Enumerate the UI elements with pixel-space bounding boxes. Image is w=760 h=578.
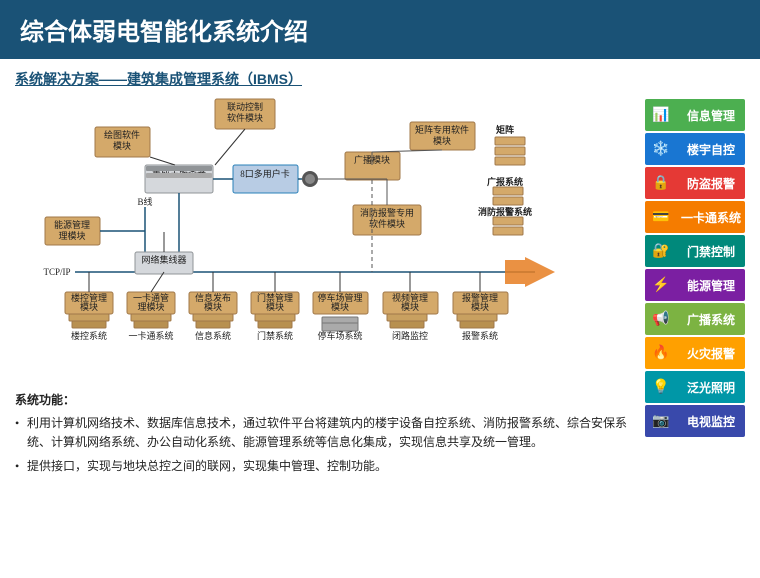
sidebar-label-5: 能源管理 [677,269,745,301]
sidebar-icon-0: 📊 [645,99,677,131]
svg-text:理模块: 理模块 [137,301,164,312]
main-content: 系统解决方案——建筑集成管理系统（IBMS） .box { fill: #d4a… [0,59,760,490]
svg-text:消防报警系统: 消防报警系统 [478,206,532,217]
sidebar-item-0[interactable]: 📊信息管理 [645,99,745,131]
func-list: 利用计算机网络技术、数据库信息技术，通过软件平台将建筑内的楼宇设备自控系统、消防… [15,414,635,476]
svg-text:TCP/IP: TCP/IP [43,267,70,277]
svg-text:模块: 模块 [80,301,98,312]
svg-text:消防报警专用: 消防报警专用 [360,207,414,218]
sidebar-item-3[interactable]: 💳一卡通系统 [645,201,745,233]
svg-text:软件模块: 软件模块 [227,112,263,123]
svg-text:联动控制: 联动控制 [227,101,263,112]
sidebar-label-6: 广播系统 [677,303,745,335]
func-item-1: 利用计算机网络技术、数据库信息技术，通过软件平台将建筑内的楼宇设备自控系统、消防… [15,414,635,452]
svg-text:矩阵专用软件: 矩阵专用软件 [415,124,469,135]
svg-text:楼控系统: 楼控系统 [71,330,107,341]
svg-text:绘图软件: 绘图软件 [104,129,140,140]
sidebar-label-4: 门禁控制 [677,235,745,267]
svg-text:广报系统: 广报系统 [487,176,523,187]
func-title: 系统功能： [15,391,635,410]
sidebar-icon-7: 🔥 [645,337,677,369]
sidebar-icon-9: 📷 [645,405,677,437]
sidebar-icon-5: ⚡ [645,269,677,301]
sidebar-item-1[interactable]: ❄️楼宇自控 [645,133,745,165]
sidebar-label-1: 楼宇自控 [677,133,745,165]
sidebar-item-5[interactable]: ⚡能源管理 [645,269,745,301]
svg-text:模块: 模块 [471,301,489,312]
svg-text:软件模块: 软件模块 [369,218,405,229]
sidebar-item-9[interactable]: 📷电视监控 [645,405,745,437]
svg-text:信息系统: 信息系统 [195,330,231,341]
sidebar-icon-4: 🔐 [645,235,677,267]
svg-text:B线: B线 [137,196,152,207]
sidebar-item-4[interactable]: 🔐门禁控制 [645,235,745,267]
svg-text:门禁系统: 门禁系统 [257,330,293,341]
right-sidebar: 📊信息管理❄️楼宇自控🔒防盗报警💳一卡通系统🔐门禁控制⚡能源管理📢广播系统🔥火灾… [645,99,745,480]
svg-text:能源管理: 能源管理 [54,219,90,230]
sidebar-icon-8: 💡 [645,371,677,403]
sidebar-icon-3: 💳 [645,201,677,233]
diagram-svg: .box { fill: #d4a96a; stroke: #a0784a; s… [15,97,635,387]
sidebar-label-0: 信息管理 [677,99,745,131]
svg-text:模块: 模块 [433,135,451,146]
sidebar-icon-6: 📢 [645,303,677,335]
sidebar-label-2: 防盗报警 [677,167,745,199]
section-title: 系统解决方案——建筑集成管理系统（IBMS） [15,69,635,89]
svg-text:模块: 模块 [266,301,284,312]
svg-text:理模块: 理模块 [58,230,85,241]
sidebar-label-3: 一卡通系统 [677,201,745,233]
svg-text:一卡通系统: 一卡通系统 [128,330,173,341]
architecture-diagram: .box { fill: #d4a96a; stroke: #a0784a; s… [15,97,635,387]
sidebar-icon-2: 🔒 [645,167,677,199]
func-item-2: 提供接口，实现与地块总控之间的联网，实现集中管理、控制功能。 [15,457,635,476]
svg-text:闭路监控: 闭路监控 [392,330,428,341]
header: 综合体弱电智能化系统介绍 [0,0,760,59]
sidebar-icon-1: ❄️ [645,133,677,165]
svg-text:报警系统: 报警系统 [462,330,498,341]
svg-text:矩阵: 矩阵 [495,124,514,135]
svg-text:模块: 模块 [331,301,349,312]
svg-text:网络集线器: 网络集线器 [141,254,186,265]
sidebar-item-2[interactable]: 🔒防盗报警 [645,167,745,199]
svg-text:停车场系统: 停车场系统 [317,330,362,341]
svg-text:模块: 模块 [401,301,419,312]
left-panel: 系统解决方案——建筑集成管理系统（IBMS） .box { fill: #d4a… [15,69,635,480]
page-title: 综合体弱电智能化系统介绍 [20,12,308,47]
sidebar-label-9: 电视监控 [677,405,745,437]
sidebar-label-8: 泛光照明 [677,371,745,403]
system-functions: 系统功能： 利用计算机网络技术、数据库信息技术，通过软件平台将建筑内的楼宇设备自… [15,391,635,476]
svg-text:模块: 模块 [113,140,131,151]
sidebar-item-6[interactable]: 📢广播系统 [645,303,745,335]
sidebar-item-7[interactable]: 🔥火灾报警 [645,337,745,369]
svg-text:8口多用户卡: 8口多用户卡 [240,168,290,179]
sidebar-label-7: 火灾报警 [677,337,745,369]
sidebar-item-8[interactable]: 💡泛光照明 [645,371,745,403]
svg-text:模块: 模块 [204,301,222,312]
